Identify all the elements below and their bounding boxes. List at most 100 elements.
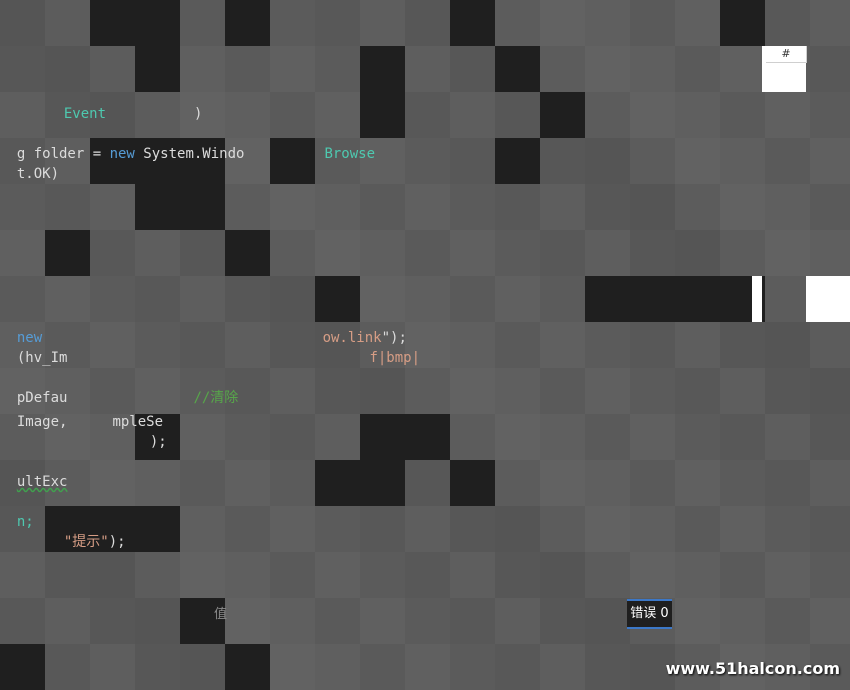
mosaic-tile [315, 552, 360, 598]
mosaic-tile [495, 92, 540, 138]
mosaic-tile [315, 414, 360, 460]
mosaic-tile [360, 644, 405, 690]
mosaic-tile [810, 184, 850, 230]
mosaic-tile [585, 368, 630, 414]
code-line-ok: t.OK) [0, 144, 59, 182]
mosaic-tile [765, 414, 810, 460]
mosaic-tile [630, 0, 675, 46]
mosaic-tile [810, 0, 850, 46]
code-line-close: ); [133, 412, 167, 450]
mosaic-tile [135, 0, 180, 46]
code-token-paren: ) [194, 106, 203, 122]
mosaic-tile [675, 506, 720, 552]
mosaic-tile [630, 552, 675, 598]
mosaic-tile [765, 552, 810, 598]
mosaic-tile [180, 506, 225, 552]
error-list-tab[interactable]: 错误 0 [627, 599, 672, 629]
mosaic-tile [360, 598, 405, 644]
mosaic-tile [0, 230, 45, 276]
mosaic-tile [495, 598, 540, 644]
mosaic-tile [585, 230, 630, 276]
mosaic-tile [450, 184, 495, 230]
mosaic-tile [315, 506, 360, 552]
mosaic-tile [810, 552, 850, 598]
mosaic-tile [585, 276, 630, 322]
mosaic-tile [765, 598, 810, 644]
mosaic-tile [585, 644, 630, 690]
mosaic-tile [540, 276, 585, 322]
mosaic-tile [405, 552, 450, 598]
mosaic-tile [270, 552, 315, 598]
mosaic-tile [765, 138, 810, 184]
mosaic-tile [675, 0, 720, 46]
mosaic-tile [45, 0, 90, 46]
mosaic-tile [720, 598, 765, 644]
grid-header-hash: # [766, 46, 807, 63]
mosaic-tile [180, 230, 225, 276]
mosaic-tile [270, 506, 315, 552]
code-line-new: new ow.link"); [0, 308, 407, 346]
mosaic-tile [720, 138, 765, 184]
mosaic-tile [90, 598, 135, 644]
mosaic-tile [180, 644, 225, 690]
mosaic-tile [765, 0, 810, 46]
mosaic-tile [450, 506, 495, 552]
mosaic-tile [540, 644, 585, 690]
mosaic-tile [675, 414, 720, 460]
mosaic-tile [675, 184, 720, 230]
mosaic-tile [270, 0, 315, 46]
bottom-panel-faded-label: 值 [214, 607, 228, 622]
mosaic-tile [630, 184, 675, 230]
mosaic-tile [225, 230, 270, 276]
mosaic-tile [45, 230, 90, 276]
mosaic-tile [585, 552, 630, 598]
mosaic-tile [180, 414, 225, 460]
mosaic-tile [720, 322, 765, 368]
mosaic-tile [270, 644, 315, 690]
mosaic-tile [585, 414, 630, 460]
mosaic-tile [810, 92, 850, 138]
mosaic-tile [810, 460, 850, 506]
mosaic-tile [0, 46, 45, 92]
mosaic-tile [450, 644, 495, 690]
mosaic-tile [45, 644, 90, 690]
code-line-folder: g folder = new System.Windo Browse [0, 124, 375, 162]
mosaic-tile [495, 46, 540, 92]
mosaic-tile [450, 598, 495, 644]
mosaic-tile [585, 506, 630, 552]
code-line-image-filter: (hv_Im f|bmp| [0, 328, 420, 366]
mosaic-tile [90, 460, 135, 506]
mosaic-tile [630, 414, 675, 460]
mosaic-tile [630, 46, 675, 92]
code-line-message: "提示"); [47, 512, 126, 550]
mosaic-tile [405, 184, 450, 230]
mosaic-tile [315, 46, 360, 92]
mosaic-tile [270, 460, 315, 506]
code-line-return: n; [0, 492, 34, 530]
mosaic-tile [450, 460, 495, 506]
mosaic-tile [360, 506, 405, 552]
code-token-string: f|bmp| [369, 350, 421, 366]
mosaic-tile [765, 92, 810, 138]
code-line-default: pDefau//清除 [0, 368, 238, 406]
mosaic-tile [225, 506, 270, 552]
mosaic-tile [405, 598, 450, 644]
mosaic-tile [450, 368, 495, 414]
mosaic-tile [540, 230, 585, 276]
mosaic-tile [540, 368, 585, 414]
mosaic-tile [810, 414, 850, 460]
mosaic-tile [720, 460, 765, 506]
mosaic-tile [720, 230, 765, 276]
code-token-plain: ultExc [16, 474, 68, 490]
mosaic-tile [0, 644, 45, 690]
mosaic-tile [495, 276, 540, 322]
mosaic-tile [630, 138, 675, 184]
white-panel-strip [752, 276, 762, 322]
mosaic-tile [495, 230, 540, 276]
mosaic-tile [675, 46, 720, 92]
mosaic-tile [270, 230, 315, 276]
mosaic-tile [405, 92, 450, 138]
mosaic-tile [0, 0, 45, 46]
mosaic-tile [585, 0, 630, 46]
mosaic-tile [180, 184, 225, 230]
